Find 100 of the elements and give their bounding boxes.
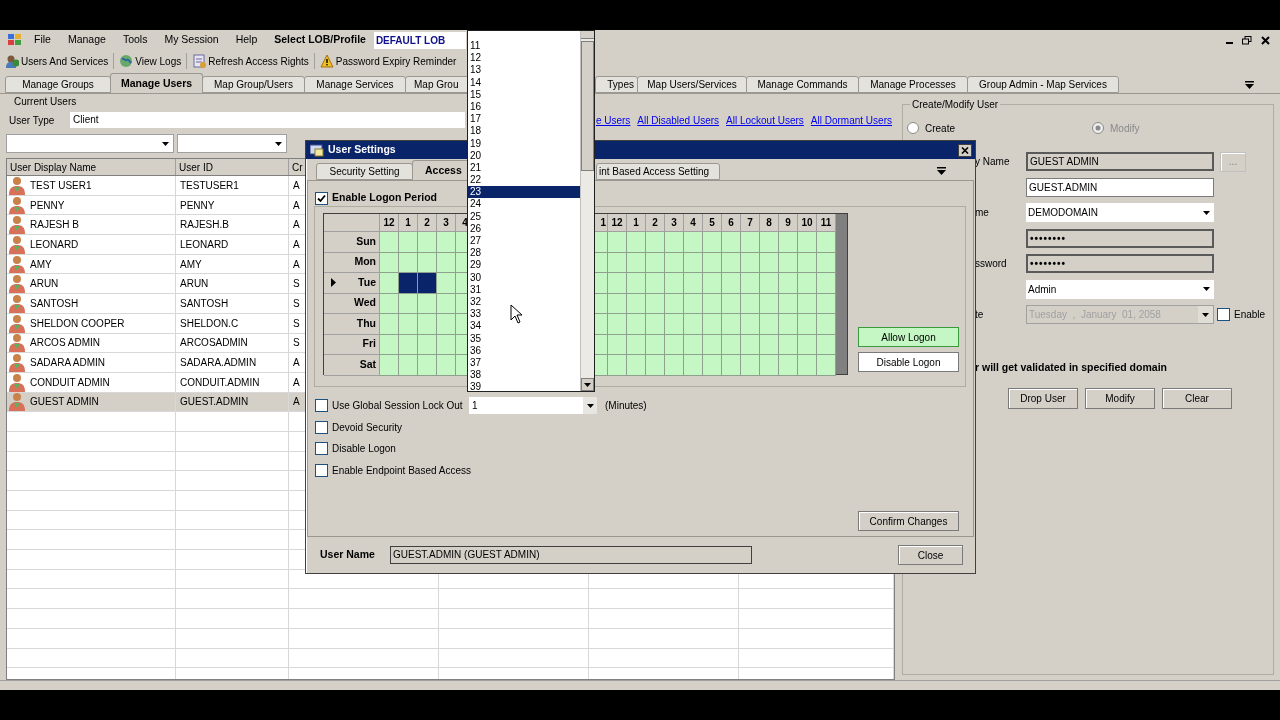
- filter-combo[interactable]: [177, 134, 287, 153]
- overflow-icon: [937, 167, 946, 175]
- tab[interactable]: Types: [595, 76, 638, 93]
- input-field[interactable]: ••••••••: [1026, 254, 1214, 274]
- button[interactable]: Close: [898, 545, 963, 565]
- scroll-up-button[interactable]: [581, 31, 594, 39]
- checkbox[interactable]: [315, 463, 328, 477]
- button[interactable]: Disable Logon: [858, 352, 959, 372]
- list-option[interactable]: 23: [468, 186, 580, 199]
- tab[interactable]: Manage Services: [304, 76, 406, 93]
- list-option[interactable]: 33: [468, 308, 580, 321]
- tab[interactable]: Manage Users: [110, 73, 203, 93]
- checkbox-option[interactable]: Devoid Security: [315, 419, 403, 435]
- list-option[interactable]: 32: [468, 295, 580, 309]
- menu-item[interactable]: Help: [235, 32, 258, 48]
- tab[interactable]: Map Users/Services: [637, 76, 747, 93]
- list-option[interactable]: 37: [468, 356, 580, 370]
- list-option[interactable]: 20: [468, 149, 580, 162]
- row-header[interactable]: Sun: [324, 232, 380, 253]
- checkbox-option[interactable]: Enable Endpoint Based Access: [315, 462, 471, 478]
- button[interactable]: Modify: [1085, 387, 1155, 409]
- hour-header: 11: [817, 214, 836, 232]
- row-indicator-icon: [330, 278, 336, 288]
- tab[interactable]: Manage Groups: [5, 76, 111, 93]
- column-header[interactable]: User Display Name: [7, 159, 176, 175]
- link[interactable]: All Dormant Users: [810, 112, 892, 128]
- combo-box[interactable]: 1: [469, 397, 597, 415]
- list-option[interactable]: 34: [468, 320, 580, 333]
- list-option[interactable]: 39: [468, 381, 580, 394]
- filter-combo[interactable]: [6, 134, 174, 153]
- tab[interactable]: int Based Access Setting: [596, 163, 720, 180]
- row-header[interactable]: Sat: [324, 355, 380, 376]
- list-option[interactable]: 30: [468, 271, 580, 284]
- combo-box[interactable]: DEMODOMAIN: [1026, 203, 1214, 223]
- scrollbar[interactable]: [580, 31, 594, 391]
- user-icon: [7, 353, 27, 372]
- row-header[interactable]: Tue: [324, 273, 380, 294]
- tab[interactable]: Manage Processes: [858, 76, 968, 93]
- user-type-field[interactable]: Client: [70, 112, 465, 128]
- tab[interactable]: Security Setting: [316, 163, 413, 180]
- user-icon: [7, 235, 27, 254]
- scroll-thumb[interactable]: [581, 41, 594, 171]
- user-icon: [7, 372, 27, 392]
- checkbox[interactable]: [315, 399, 328, 413]
- checkbox-option[interactable]: Enable Logon Period: [315, 190, 437, 206]
- column-header[interactable]: User ID: [176, 159, 289, 175]
- list-option[interactable]: 11: [468, 40, 580, 53]
- row-header[interactable]: Fri: [324, 334, 380, 355]
- list-option[interactable]: 24: [468, 198, 580, 211]
- row-header[interactable]: Mon: [324, 252, 380, 273]
- input-field[interactable]: GUEST.ADMIN (GUEST ADMIN): [390, 546, 752, 564]
- menu-item[interactable]: File: [34, 32, 51, 48]
- input-field[interactable]: ••••••••: [1026, 228, 1214, 248]
- link[interactable]: All Lockout Users: [726, 112, 804, 128]
- list-option[interactable]: 36: [468, 344, 580, 357]
- menu-item[interactable]: Manage: [67, 32, 106, 48]
- close-button[interactable]: [958, 143, 972, 157]
- list-option[interactable]: 27: [468, 235, 580, 248]
- checkbox-option[interactable]: Use Global Session Lock Out: [315, 398, 469, 414]
- list-option[interactable]: 16: [468, 100, 580, 114]
- input-field[interactable]: GUEST.ADMIN: [1026, 177, 1214, 197]
- tab[interactable]: Map Group/Users: [202, 76, 305, 93]
- combo-box[interactable]: Admin: [1026, 279, 1214, 299]
- list-option[interactable]: 28: [468, 247, 580, 260]
- link[interactable]: e Users: [595, 112, 631, 128]
- scroll-down-button[interactable]: [581, 378, 594, 391]
- row-header[interactable]: Wed: [324, 293, 380, 314]
- menu-item[interactable]: My Session: [164, 32, 219, 48]
- link[interactable]: All Disabled Users: [637, 112, 720, 128]
- tab[interactable]: Group Admin - Map Services: [967, 76, 1119, 93]
- button[interactable]: Confirm Changes: [858, 511, 959, 531]
- list-option[interactable]: 17: [468, 113, 580, 126]
- list-option[interactable]: 19: [468, 137, 580, 150]
- checkbox[interactable]: [315, 442, 328, 456]
- radio-option[interactable]: Create: [907, 120, 1092, 136]
- list-option[interactable]: 35: [468, 332, 580, 345]
- list-option[interactable]: 12: [468, 52, 580, 65]
- list-option[interactable]: 13: [468, 64, 580, 77]
- day-label: Fri: [361, 336, 376, 352]
- toolbar-button[interactable]: Users And Services: [4, 53, 110, 69]
- tab[interactable]: Manage Commands: [746, 76, 859, 93]
- button[interactable]: Clear: [1162, 387, 1232, 409]
- checkbox[interactable]: [315, 420, 328, 434]
- toolbar-button[interactable]: Refresh Access Rights: [191, 53, 310, 69]
- checkbox[interactable]: [315, 191, 328, 205]
- menu-item[interactable]: Tools: [122, 32, 148, 48]
- list-option[interactable]: 18: [468, 125, 580, 138]
- button[interactable]: Drop User: [1008, 387, 1078, 409]
- button[interactable]: Allow Logon: [858, 327, 959, 347]
- list-option[interactable]: 31: [468, 283, 580, 296]
- toolbar-button[interactable]: View Logs: [118, 53, 183, 69]
- input-field[interactable]: GUEST ADMIN: [1026, 152, 1214, 172]
- hour-header: 3: [665, 214, 684, 232]
- row-header[interactable]: Thu: [324, 314, 380, 335]
- toolbar-button[interactable]: Password Expiry Reminder: [318, 53, 458, 69]
- checkbox-option[interactable]: Disable Logon: [315, 441, 396, 457]
- lob-field[interactable]: DEFAULT LOB: [373, 31, 466, 49]
- list-option[interactable]: 38: [468, 369, 580, 382]
- list-option[interactable]: 29: [468, 259, 580, 272]
- radio-button[interactable]: [907, 122, 919, 134]
